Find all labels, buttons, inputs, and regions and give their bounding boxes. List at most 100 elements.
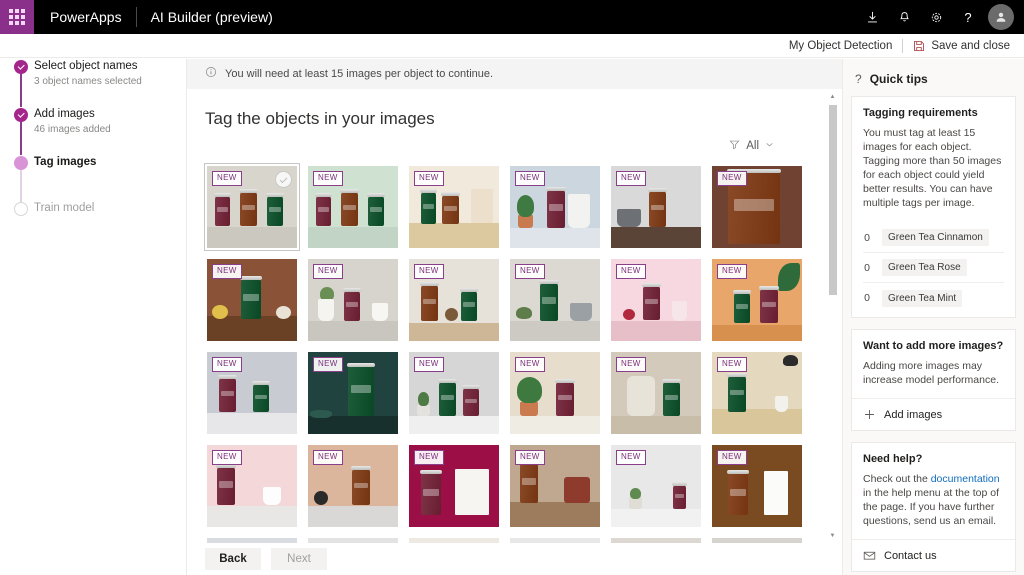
new-badge: NEW	[616, 357, 646, 372]
quick-tips-panel: ? Quick tips Tagging requirements You mu…	[843, 59, 1024, 575]
app-launcher-icon[interactable]	[0, 0, 34, 34]
image-tile[interactable]: NEW	[308, 166, 398, 248]
step-pending-icon	[14, 202, 28, 216]
image-tile[interactable]: NEW	[510, 166, 600, 248]
image-tile[interactable]: NEW	[510, 352, 600, 434]
scroll-up-arrow[interactable]: ▲	[827, 91, 838, 102]
image-tile[interactable]: NEW	[409, 352, 499, 434]
new-badge: NEW	[515, 264, 545, 279]
help-icon[interactable]: ?	[952, 0, 984, 34]
new-badge: NEW	[212, 357, 242, 372]
help-icon: ?	[855, 72, 862, 86]
filter-dropdown[interactable]: All	[729, 139, 774, 153]
image-tile[interactable]: NEW	[510, 259, 600, 341]
image-tile[interactable]: NEW	[308, 259, 398, 341]
image-tile[interactable]: NEW	[409, 166, 499, 248]
next-button[interactable]: Next	[271, 548, 327, 570]
image-tile[interactable]: NEW	[308, 445, 398, 527]
image-tile[interactable]: NEW	[409, 445, 499, 527]
image-tile[interactable]: NEW	[207, 166, 297, 248]
new-badge: NEW	[717, 264, 747, 279]
step-title: Add images	[34, 107, 111, 121]
image-tile[interactable]: NEW	[712, 445, 802, 527]
scrollbar-thumb[interactable]	[829, 105, 837, 295]
need-help-card: Need help? Check out the documentation i…	[851, 442, 1016, 572]
new-badge: NEW	[414, 264, 444, 279]
wizard-rail: Select object names 3 object names selec…	[0, 59, 186, 575]
sidebar-item-tag-images[interactable]: Tag images	[0, 155, 186, 201]
card-title: Tagging requirements	[863, 107, 1004, 119]
new-badge: NEW	[313, 357, 343, 372]
card-title: Need help?	[863, 453, 1004, 465]
image-tile[interactable]: NEW	[712, 352, 802, 434]
step-connector	[20, 74, 21, 107]
image-tile[interactable]: NEW	[611, 352, 701, 434]
image-tile[interactable]: NEW	[611, 259, 701, 341]
tag-count-row[interactable]: 0 Green Tea Cinnamon	[863, 223, 1004, 253]
info-message-text: You will need at least 15 images per obj…	[225, 68, 493, 80]
step-complete-icon	[14, 108, 28, 122]
image-tile[interactable]: NEW	[207, 445, 297, 527]
settings-gear-icon[interactable]	[920, 0, 952, 34]
tag-count: 0	[863, 232, 871, 244]
tagging-requirements-card: Tagging requirements You must tag at lea…	[851, 96, 1016, 318]
command-bar: My Object Detection Save and close	[0, 34, 1024, 58]
wizard-footer: Back Next	[187, 543, 842, 575]
need-help-body: Need help? Check out the documentation i…	[852, 443, 1015, 539]
avatar[interactable]	[988, 4, 1014, 30]
filter-icon	[729, 139, 740, 153]
help-text-before: Check out the	[863, 473, 931, 485]
tag-count-row[interactable]: 0Green Tea Rose	[863, 253, 1004, 283]
wizard-steps: Select object names 3 object names selec…	[0, 59, 186, 225]
image-tile[interactable]: NEW	[611, 445, 701, 527]
image-tile[interactable]: NEW	[207, 352, 297, 434]
suite-bar: PowerApps AI Builder (preview) ?	[0, 0, 1024, 34]
documentation-link[interactable]: documentation	[931, 473, 1000, 485]
card-text: Check out the documentation in the help …	[863, 472, 1004, 528]
new-badge: NEW	[616, 264, 646, 279]
waffle-grid	[9, 9, 25, 25]
new-badge: NEW	[212, 264, 242, 279]
contact-us-button[interactable]: Contact us	[852, 539, 1015, 571]
image-tile[interactable]: NEW	[712, 166, 802, 248]
filter-label: All	[746, 140, 759, 152]
save-icon	[913, 40, 925, 52]
save-and-close-button[interactable]: Save and close	[913, 40, 1010, 52]
card-text: You must tag at least 15 images for each…	[863, 126, 1004, 210]
step-title: Select object names	[34, 59, 142, 73]
new-badge: NEW	[212, 450, 242, 465]
sidebar-item-add-images[interactable]: Add images 46 images added	[0, 107, 186, 155]
scroll-down-arrow[interactable]: ▼	[827, 530, 838, 541]
tag-chip[interactable]: Green Tea Mint	[882, 290, 962, 307]
quick-tips-title: Quick tips	[870, 72, 928, 86]
command-divider	[902, 39, 903, 53]
back-button[interactable]: Back	[205, 548, 261, 570]
step-title: Tag images	[34, 155, 96, 169]
image-tile[interactable]: NEW	[207, 259, 297, 341]
image-tile[interactable]: NEW	[409, 259, 499, 341]
tag-chip[interactable]: Green Tea Rose	[882, 259, 967, 276]
tag-count: 0	[863, 292, 871, 304]
new-badge: NEW	[616, 171, 646, 186]
mail-icon	[863, 549, 876, 562]
sidebar-item-select-object-names[interactable]: Select object names 3 object names selec…	[0, 59, 186, 107]
new-badge: NEW	[313, 450, 343, 465]
download-icon[interactable]	[856, 0, 888, 34]
image-tile[interactable]: NEW	[308, 352, 398, 434]
add-images-button[interactable]: Add images	[852, 398, 1015, 430]
image-tile[interactable]: NEW	[611, 166, 701, 248]
info-message-bar: You will need at least 15 images per obj…	[187, 59, 842, 89]
step-complete-icon	[14, 60, 28, 74]
images-scrollbar[interactable]: ▲ ▼	[827, 89, 838, 543]
tag-chip[interactable]: Green Tea Cinnamon	[882, 229, 989, 246]
notification-bell-icon[interactable]	[888, 0, 920, 34]
suite-brand[interactable]: PowerApps	[34, 0, 136, 34]
chevron-down-icon	[765, 140, 774, 152]
image-tile[interactable]: NEW	[712, 259, 802, 341]
image-tile[interactable]: NEW	[510, 445, 600, 527]
filter-row: All	[205, 129, 818, 153]
tag-count-row[interactable]: 0 Green Tea Mint	[863, 283, 1004, 313]
select-checkmark-icon[interactable]	[275, 171, 292, 188]
sidebar-item-train-model[interactable]: Train model	[0, 201, 186, 225]
add-more-images-body: Want to add more images? Adding more ima…	[852, 330, 1015, 398]
